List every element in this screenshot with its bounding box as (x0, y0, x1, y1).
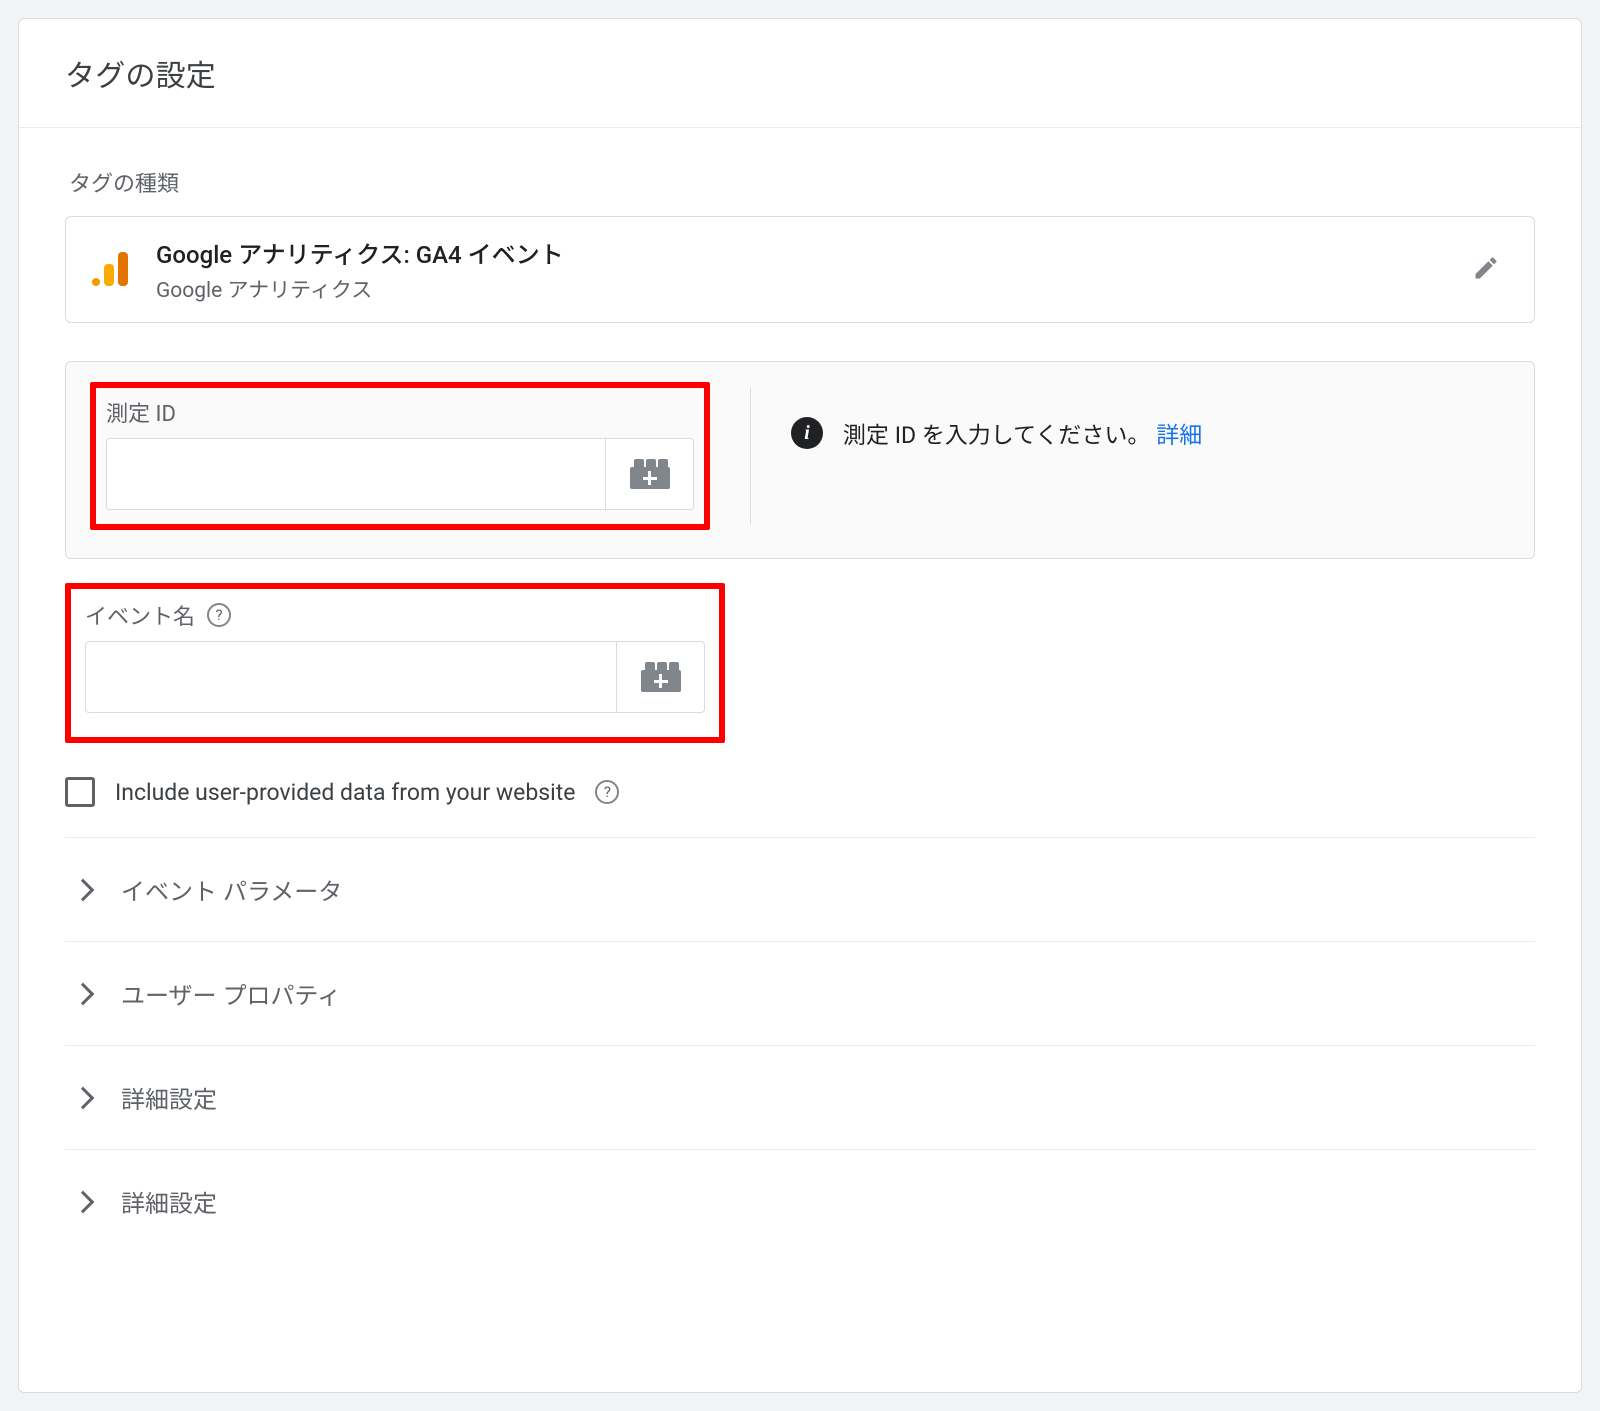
divider (750, 388, 751, 524)
tag-type-section-label: タグの種類 (69, 166, 1535, 198)
measurement-id-input-row (106, 438, 694, 510)
expandable-sections: イベント パラメータ ユーザー プロパティ 詳細設定 詳細設定 (65, 837, 1535, 1253)
tag-type-text: Google アナリティクス: GA4 イベント Google アナリティクス (156, 235, 564, 304)
chevron-right-icon (72, 1086, 95, 1109)
include-user-data-label: Include user-provided data from your web… (115, 779, 575, 806)
expander-label: 詳細設定 (121, 1184, 217, 1219)
measurement-id-hint-text: 測定 ID を入力してください。 (843, 422, 1150, 449)
include-user-data-checkbox[interactable] (65, 777, 95, 807)
chevron-right-icon (72, 878, 95, 901)
tag-type-title: Google アナリティクス: GA4 イベント (156, 235, 564, 270)
event-name-variable-button[interactable] (616, 642, 704, 712)
expander-user-properties[interactable]: ユーザー プロパティ (65, 941, 1535, 1045)
expander-label: ユーザー プロパティ (121, 976, 341, 1011)
card-title: タグの設定 (65, 51, 1535, 95)
tag-type-selector[interactable]: Google アナリティクス: GA4 イベント Google アナリティクス (65, 216, 1535, 323)
measurement-id-hint-link[interactable]: 詳細 (1156, 422, 1202, 449)
include-user-data-row: Include user-provided data from your web… (65, 777, 1535, 807)
include-user-data-help-icon[interactable]: ? (595, 780, 619, 804)
edit-tag-type-button[interactable] (1462, 246, 1510, 294)
expander-advanced-settings-1[interactable]: 詳細設定 (65, 1045, 1535, 1149)
event-name-label: イベント名 (85, 599, 195, 631)
measurement-id-hint: i 測定 ID を入力してください。 詳細 (791, 382, 1202, 450)
chevron-right-icon (72, 1190, 95, 1213)
info-icon: i (791, 417, 823, 449)
variable-brick-icon (641, 662, 681, 692)
expander-advanced-settings-2[interactable]: 詳細設定 (65, 1149, 1535, 1253)
event-name-input[interactable] (86, 642, 616, 712)
expander-event-parameters[interactable]: イベント パラメータ (65, 837, 1535, 941)
analytics-icon (90, 250, 130, 290)
tag-type-subtitle: Google アナリティクス (156, 274, 564, 304)
measurement-id-variable-button[interactable] (605, 439, 693, 509)
highlight-event-name: イベント名 ? (65, 583, 725, 743)
tag-settings-card: タグの設定 タグの種類 Google アナリティクス: GA4 イベント Goo… (18, 18, 1582, 1393)
event-name-help-icon[interactable]: ? (207, 603, 231, 627)
pencil-icon (1472, 254, 1500, 286)
variable-brick-icon (630, 459, 670, 489)
expander-label: 詳細設定 (121, 1080, 217, 1115)
event-name-input-row (85, 641, 705, 713)
highlight-measurement-id: 測定 ID (90, 382, 710, 530)
measurement-id-input[interactable] (107, 439, 605, 509)
card-header: タグの設定 (19, 19, 1581, 128)
measurement-id-box: 測定 ID i (65, 361, 1535, 559)
chevron-right-icon (72, 982, 95, 1005)
measurement-id-label: 測定 ID (106, 396, 694, 428)
expander-label: イベント パラメータ (121, 872, 342, 907)
